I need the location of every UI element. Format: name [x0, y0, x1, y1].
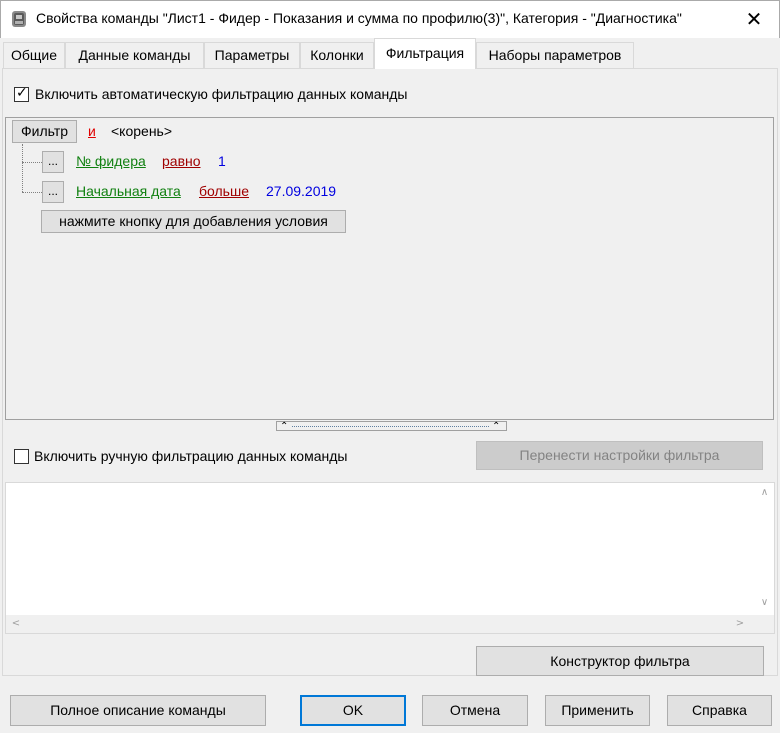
chevron-up-icon[interactable]: ⌃: [492, 422, 500, 432]
tab-columns[interactable]: Колонки: [300, 42, 374, 68]
tab-filtering[interactable]: Фильтрация: [374, 38, 476, 69]
ok-button[interactable]: OK: [300, 695, 406, 726]
close-icon[interactable]: ✕: [739, 6, 769, 32]
condition-value[interactable]: 1: [218, 153, 226, 169]
transfer-filter-settings-button[interactable]: Перенести настройки фильтра: [476, 441, 763, 470]
scroll-right-icon[interactable]: >: [734, 618, 746, 629]
manual-filter-label: Включить ручную фильтрацию данных команд…: [34, 448, 348, 464]
splitter-grip: [292, 426, 489, 427]
tree-line: [22, 162, 42, 163]
tab-parameter-sets[interactable]: Наборы параметров: [476, 42, 634, 68]
condition-operator-link[interactable]: равно: [162, 153, 201, 169]
tab-parameters[interactable]: Параметры: [204, 42, 300, 68]
manual-filter-textbox[interactable]: [5, 482, 775, 634]
manual-filter-checkbox[interactable]: [14, 449, 29, 464]
tab-general[interactable]: Общие: [3, 42, 65, 68]
vertical-scrollbar[interactable]: ∧ ∨: [755, 483, 774, 615]
add-condition-button[interactable]: нажмите кнопку для добавления условия: [41, 210, 346, 233]
checkmark-icon: ✓: [16, 85, 28, 101]
auto-filter-label: Включить автоматическую фильтрацию данны…: [35, 86, 408, 102]
apply-button[interactable]: Применить: [545, 695, 650, 726]
condition-value[interactable]: 27.09.2019: [266, 183, 336, 199]
scroll-left-icon[interactable]: <: [10, 618, 22, 629]
scroll-up-icon[interactable]: ∧: [755, 487, 774, 498]
condition-operator-link[interactable]: больше: [199, 183, 249, 199]
tree-line: [22, 192, 42, 193]
horizontal-scrollbar[interactable]: < >: [6, 615, 774, 633]
root-label: <корень>: [111, 123, 173, 139]
window-title: Свойства команды "Лист1 - Фидер - Показа…: [36, 10, 682, 26]
grey-knight-icon: [10, 9, 28, 29]
help-button[interactable]: Справка: [667, 695, 772, 726]
condition-menu-button[interactable]: ...: [42, 151, 64, 173]
condition-field-link[interactable]: Начальная дата: [76, 183, 181, 199]
condition-menu-button[interactable]: ...: [42, 181, 64, 203]
filter-constructor-button[interactable]: Конструктор фильтра: [476, 646, 764, 676]
condition-field-link[interactable]: № фидера: [76, 153, 146, 169]
cancel-button[interactable]: Отмена: [422, 695, 528, 726]
auto-filter-checkbox[interactable]: ✓: [14, 85, 29, 102]
filter-root-button[interactable]: Фильтр: [12, 120, 77, 143]
chevron-up-icon[interactable]: ⌃: [280, 422, 288, 432]
root-operator-link[interactable]: и: [88, 123, 96, 139]
tree-line: [22, 144, 23, 192]
tab-command-data[interactable]: Данные команды: [65, 42, 204, 68]
scroll-down-icon[interactable]: ∨: [755, 597, 774, 608]
full-description-button[interactable]: Полное описание команды: [10, 695, 266, 726]
